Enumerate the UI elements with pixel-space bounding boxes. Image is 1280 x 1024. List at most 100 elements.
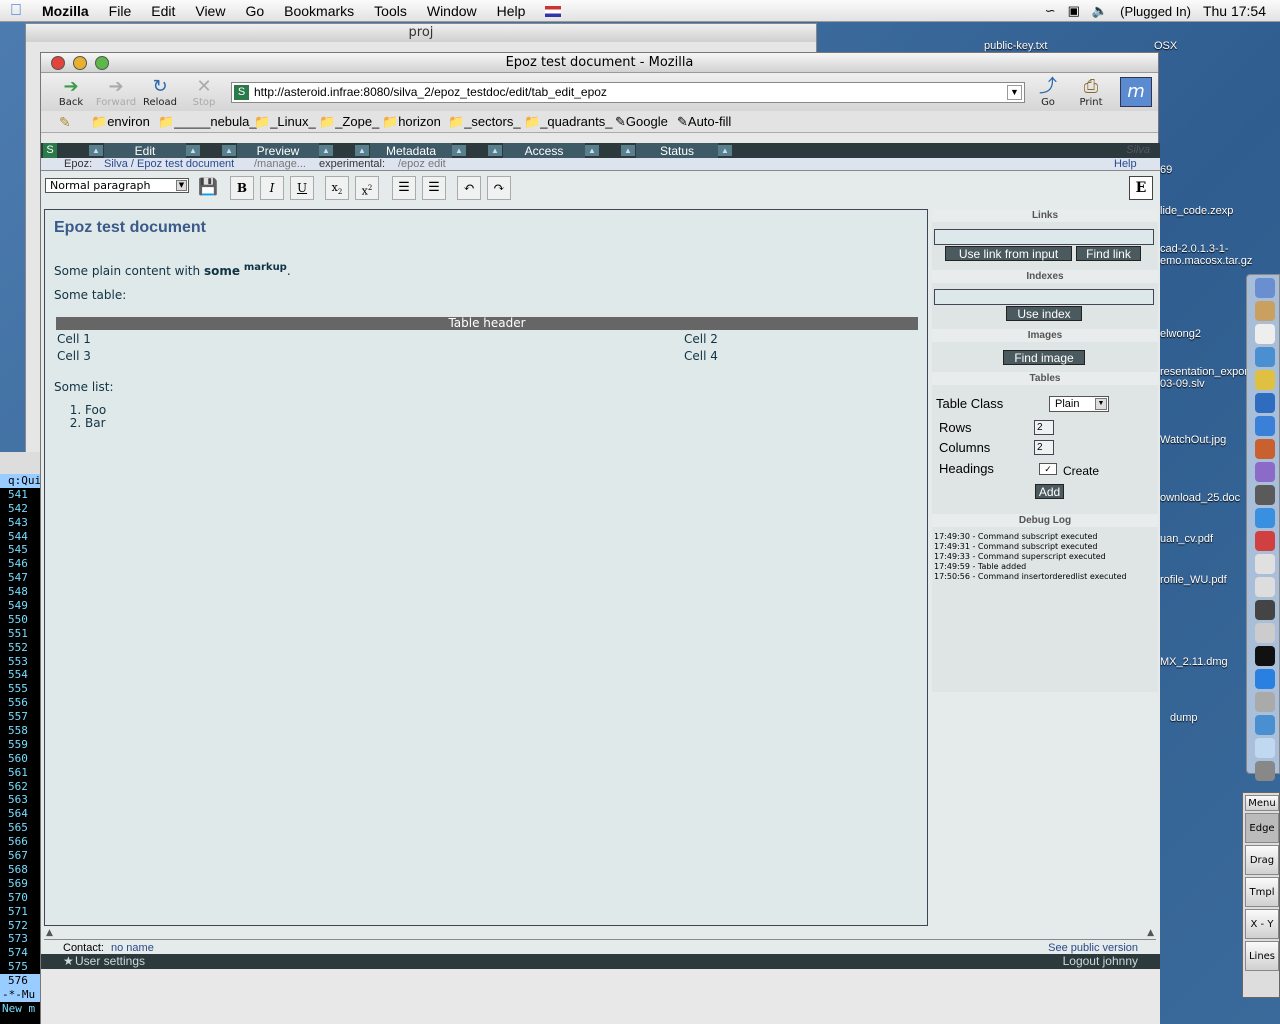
- palette-xy[interactable]: X - Y: [1245, 909, 1279, 939]
- url-dropdown-icon[interactable]: ▼: [1007, 85, 1022, 100]
- menu-clock[interactable]: Thu 17:54: [1197, 3, 1280, 19]
- calculator-icon[interactable]: [1255, 623, 1275, 643]
- tab-arrow-icon[interactable]: ▲: [452, 145, 466, 156]
- desktop-icon-file[interactable]: rofile_WU.pdf: [1160, 574, 1227, 586]
- stop-button[interactable]: ✕ Stop: [182, 77, 226, 109]
- mozilla-logo-icon[interactable]: m: [1120, 77, 1152, 107]
- preview-icon[interactable]: [1255, 554, 1275, 574]
- minimize-icon[interactable]: [73, 56, 87, 70]
- bookmark-link[interactable]: ✎Google: [615, 111, 668, 133]
- app-icon[interactable]: [1255, 669, 1275, 689]
- rows-input[interactable]: 2: [1034, 420, 1054, 435]
- italic-button[interactable]: I: [260, 176, 284, 200]
- desktop-icon-file[interactable]: cad-2.0.1.3-1-: [1160, 243, 1228, 255]
- add-table-button[interactable]: Add: [1035, 484, 1064, 499]
- desktop-icon-file[interactable]: MX_2.11.dmg: [1160, 656, 1228, 668]
- bookmark-folder[interactable]: 📁_Linux_: [254, 111, 316, 133]
- menu-view[interactable]: View: [185, 0, 235, 22]
- bookmark-folder[interactable]: 📁_quadrants_: [524, 111, 612, 133]
- manage-link[interactable]: /manage...: [254, 158, 306, 171]
- mail-icon[interactable]: [1255, 347, 1275, 367]
- safari-icon[interactable]: [1255, 508, 1275, 528]
- window-title[interactable]: Epoz test document - Mozilla: [41, 53, 1158, 73]
- close-icon[interactable]: [51, 56, 65, 70]
- trash-icon[interactable]: [1255, 761, 1275, 781]
- bookmark-folder[interactable]: 📁_Zope_: [319, 111, 379, 133]
- tab-arrow-icon[interactable]: ▲: [222, 145, 236, 156]
- document-editor[interactable]: Epoz test document Some plain content wi…: [44, 209, 928, 926]
- document-title[interactable]: Epoz test document: [54, 219, 206, 237]
- contact-name-link[interactable]: no name: [111, 942, 154, 954]
- palette-drag[interactable]: Drag: [1245, 845, 1279, 875]
- tab-arrow-icon[interactable]: ▲: [488, 145, 502, 156]
- underline-button[interactable]: U: [290, 176, 314, 200]
- desktop-icon-file[interactable]: uan_cv.pdf: [1160, 533, 1213, 545]
- desktop-icon-file[interactable]: lide_code.zexp: [1160, 205, 1233, 217]
- finder-icon[interactable]: [1255, 278, 1275, 298]
- logout-link[interactable]: Logout johnny: [1063, 954, 1138, 969]
- bookmark-pin-icon[interactable]: ✎: [59, 111, 71, 133]
- document-table[interactable]: Table header Cell 1 Cell 2 Cell 3 Cell 4: [56, 317, 918, 364]
- tab-arrow-icon[interactable]: ▲: [585, 145, 599, 156]
- itunes-icon[interactable]: [1255, 462, 1275, 482]
- url-field[interactable]: S http://asteroid.infrae:8080/silva_2/ep…: [231, 82, 1025, 103]
- app-icon[interactable]: [1255, 692, 1275, 712]
- folder-icon[interactable]: [1255, 738, 1275, 758]
- tab-status[interactable]: Status: [636, 143, 718, 158]
- use-link-button[interactable]: Use link from input: [945, 246, 1072, 261]
- tab-arrow-icon[interactable]: ▲: [355, 145, 369, 156]
- use-index-button[interactable]: Use index: [1006, 306, 1082, 321]
- scroll-right-icon[interactable]: ▲: [1147, 928, 1154, 938]
- terminal-window[interactable]: q:Qui 541 542 543 544 545 546 547 548 54…: [0, 452, 40, 1024]
- menu-app[interactable]: Mozilla: [32, 0, 99, 22]
- table-class-select[interactable]: Plain ▼: [1049, 396, 1109, 412]
- tab-arrow-icon[interactable]: ▲: [319, 145, 333, 156]
- bookmark-link[interactable]: ✎Auto-fill: [677, 111, 731, 133]
- desktop-icon-file[interactable]: emo.macosx.tar.gz: [1160, 255, 1252, 267]
- tab-preview[interactable]: Preview: [237, 143, 319, 158]
- menu-tools[interactable]: Tools: [364, 0, 417, 22]
- flag-icon[interactable]: [535, 0, 571, 22]
- menu-help[interactable]: Help: [487, 0, 536, 22]
- zoom-icon[interactable]: [95, 56, 109, 70]
- desktop-icon-file[interactable]: ownload_25.doc: [1160, 492, 1240, 504]
- forward-button[interactable]: ➔ Forward: [94, 77, 138, 109]
- battery-status[interactable]: (Plugged In): [1114, 4, 1197, 19]
- bookmark-folder[interactable]: 📁horizon: [382, 111, 441, 133]
- table-cell[interactable]: Cell 1: [56, 330, 683, 347]
- table-header[interactable]: Table header: [56, 317, 918, 330]
- desktop-icon-folder[interactable]: elwong2: [1160, 328, 1201, 340]
- menu-file[interactable]: File: [99, 0, 142, 22]
- desktop-icon-file[interactable]: resentation_expor: [1160, 366, 1248, 378]
- paragraph-style-select[interactable]: Normal paragraph ▼: [45, 178, 189, 193]
- subscript-button[interactable]: x2: [325, 176, 349, 200]
- menu-edit[interactable]: Edit: [141, 0, 185, 22]
- scroll-left-icon[interactable]: ▲: [46, 928, 53, 938]
- tab-arrow-icon[interactable]: ▲: [621, 145, 635, 156]
- bold-button[interactable]: B: [230, 176, 254, 200]
- acrobat-icon[interactable]: [1255, 531, 1275, 551]
- menu-window[interactable]: Window: [417, 0, 487, 22]
- apple-icon[interactable]: : [0, 0, 32, 22]
- public-version-link[interactable]: See public version: [1048, 942, 1138, 954]
- table-cell[interactable]: Cell 2: [683, 330, 918, 347]
- ordered-list-icon[interactable]: ☰: [392, 176, 416, 200]
- terminal-titlebar[interactable]: [0, 452, 40, 474]
- desktop-icon-file[interactable]: 03-09.slv: [1160, 378, 1205, 390]
- user-settings-link[interactable]: User settings: [75, 954, 145, 969]
- link-input[interactable]: [934, 229, 1154, 245]
- find-image-button[interactable]: Find image: [1003, 350, 1085, 365]
- app-icon[interactable]: [1255, 715, 1275, 735]
- help-link[interactable]: Help: [1114, 158, 1137, 171]
- table-cell[interactable]: Cell 4: [683, 347, 918, 364]
- paragraph[interactable]: Some plain content with some markup.: [54, 262, 291, 278]
- epoz-edit-link[interactable]: /epoz edit: [398, 158, 446, 171]
- save-icon[interactable]: 💾: [196, 176, 220, 200]
- menu-go[interactable]: Go: [235, 0, 274, 22]
- list-item[interactable]: Bar: [85, 417, 106, 430]
- desktop-icon-file[interactable]: 69: [1160, 164, 1172, 176]
- bookmark-folder[interactable]: 📁_____nebula_: [158, 111, 257, 133]
- address-book-icon[interactable]: [1255, 301, 1275, 321]
- tab-metadata[interactable]: Metadata: [370, 143, 452, 158]
- go-button[interactable]: ⤴ Go: [1026, 77, 1070, 109]
